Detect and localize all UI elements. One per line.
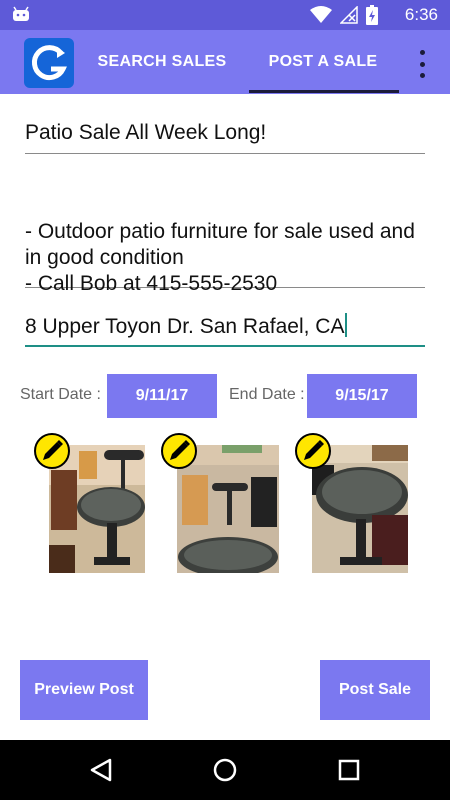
tab-post-a-sale-label: POST A SALE bbox=[268, 53, 378, 70]
back-icon[interactable] bbox=[88, 757, 114, 783]
selected-tab-indicator bbox=[249, 90, 399, 93]
pencil-edit-icon[interactable] bbox=[160, 432, 198, 470]
recents-icon[interactable] bbox=[338, 759, 360, 781]
end-date-button[interactable]: 9/15/17 bbox=[307, 374, 417, 418]
sale-description-value: - Outdoor patio furniture for sale used … bbox=[25, 220, 415, 295]
start-date-label: Start Date : bbox=[20, 386, 101, 403]
start-date-value: 9/11/17 bbox=[135, 387, 189, 404]
system-nav-bar bbox=[0, 740, 450, 800]
status-time: 6:36 bbox=[404, 5, 438, 24]
battery-charging-icon bbox=[366, 5, 378, 25]
tab-search-sales[interactable]: SEARCH SALES bbox=[92, 30, 232, 94]
home-icon[interactable] bbox=[212, 757, 238, 783]
tab-search-sales-label: SEARCH SALES bbox=[97, 53, 227, 70]
android-icon bbox=[13, 6, 29, 21]
pencil-edit-icon[interactable] bbox=[294, 432, 332, 470]
end-date-label: End Date : bbox=[229, 386, 305, 403]
sale-title-field[interactable]: Patio Sale All Week Long! bbox=[25, 120, 425, 154]
text-cursor bbox=[345, 313, 348, 337]
app-logo-icon[interactable] bbox=[24, 38, 74, 88]
sale-description-field[interactable]: - Outdoor patio furniture for sale used … bbox=[25, 193, 425, 295]
end-date-value: 9/15/17 bbox=[335, 387, 389, 404]
pencil-edit-icon[interactable] bbox=[33, 432, 71, 470]
post-sale-button[interactable]: Post Sale bbox=[320, 660, 430, 720]
sale-title-value: Patio Sale All Week Long! bbox=[25, 121, 267, 144]
app-bar: SEARCH SALES POST A SALE bbox=[0, 30, 450, 94]
start-date-button[interactable]: 9/11/17 bbox=[107, 374, 217, 418]
overflow-menu-icon[interactable] bbox=[412, 50, 432, 78]
sale-address-value: 8 Upper Toyon Dr. San Rafael, CA bbox=[25, 315, 345, 338]
post-sale-label: Post Sale bbox=[338, 681, 412, 698]
no-signal-icon bbox=[340, 6, 358, 24]
status-bar: 6:36 bbox=[0, 0, 450, 30]
preview-post-label: Preview Post bbox=[34, 681, 134, 698]
wifi-icon bbox=[310, 6, 332, 23]
tab-post-a-sale[interactable]: POST A SALE bbox=[248, 30, 398, 94]
preview-post-button[interactable]: Preview Post bbox=[20, 660, 148, 720]
status-icons bbox=[310, 5, 378, 25]
sale-address-field[interactable]: 8 Upper Toyon Dr. San Rafael, CA bbox=[25, 313, 425, 347]
